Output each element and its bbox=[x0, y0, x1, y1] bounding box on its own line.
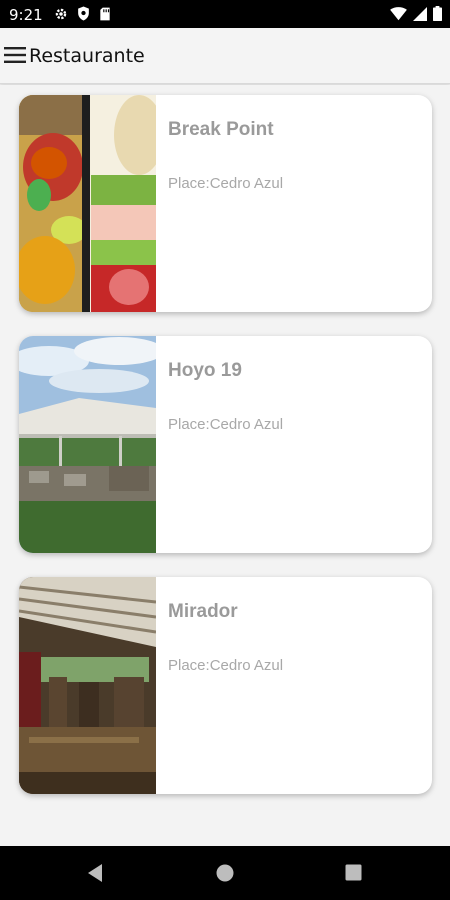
sd-card-icon bbox=[100, 7, 110, 20]
restaurant-place: Place:Cedro Azul bbox=[168, 175, 284, 192]
restaurant-name: Hoyo 19 bbox=[168, 360, 242, 381]
app-bar: Restaurante bbox=[0, 28, 450, 84]
shield-icon bbox=[78, 6, 89, 21]
wifi-icon bbox=[390, 6, 407, 20]
restaurant-card[interactable]: Break Point Place:Cedro Azul bbox=[19, 95, 432, 312]
battery-icon bbox=[433, 6, 442, 21]
settings-icon bbox=[55, 8, 67, 19]
menu-icon[interactable] bbox=[4, 44, 26, 66]
restaurant-photo bbox=[19, 336, 156, 553]
restaurant-place: Place:Cedro Azul bbox=[168, 416, 284, 433]
restaurant-list: Break Point Place:Cedro Azul Hoyo 19 Pla… bbox=[0, 85, 450, 845]
navigation-bar bbox=[0, 846, 450, 900]
status-bar: 9:21 bbox=[0, 0, 450, 28]
restaurant-card[interactable]: Mirador Place:Cedro Azul bbox=[19, 577, 432, 794]
restaurant-name: Mirador bbox=[168, 601, 238, 622]
restaurant-photo bbox=[19, 95, 156, 312]
restaurant-photo bbox=[19, 577, 156, 794]
recents-icon[interactable] bbox=[345, 864, 362, 881]
signal-icon bbox=[413, 6, 427, 21]
restaurant-place: Place:Cedro Azul bbox=[168, 657, 284, 674]
back-icon[interactable] bbox=[86, 863, 104, 883]
restaurant-name: Break Point bbox=[168, 119, 274, 140]
home-icon[interactable] bbox=[216, 864, 234, 882]
page-title: Restaurante bbox=[29, 45, 145, 67]
status-time: 9:21 bbox=[9, 6, 43, 24]
restaurant-card[interactable]: Hoyo 19 Place:Cedro Azul bbox=[19, 336, 432, 553]
